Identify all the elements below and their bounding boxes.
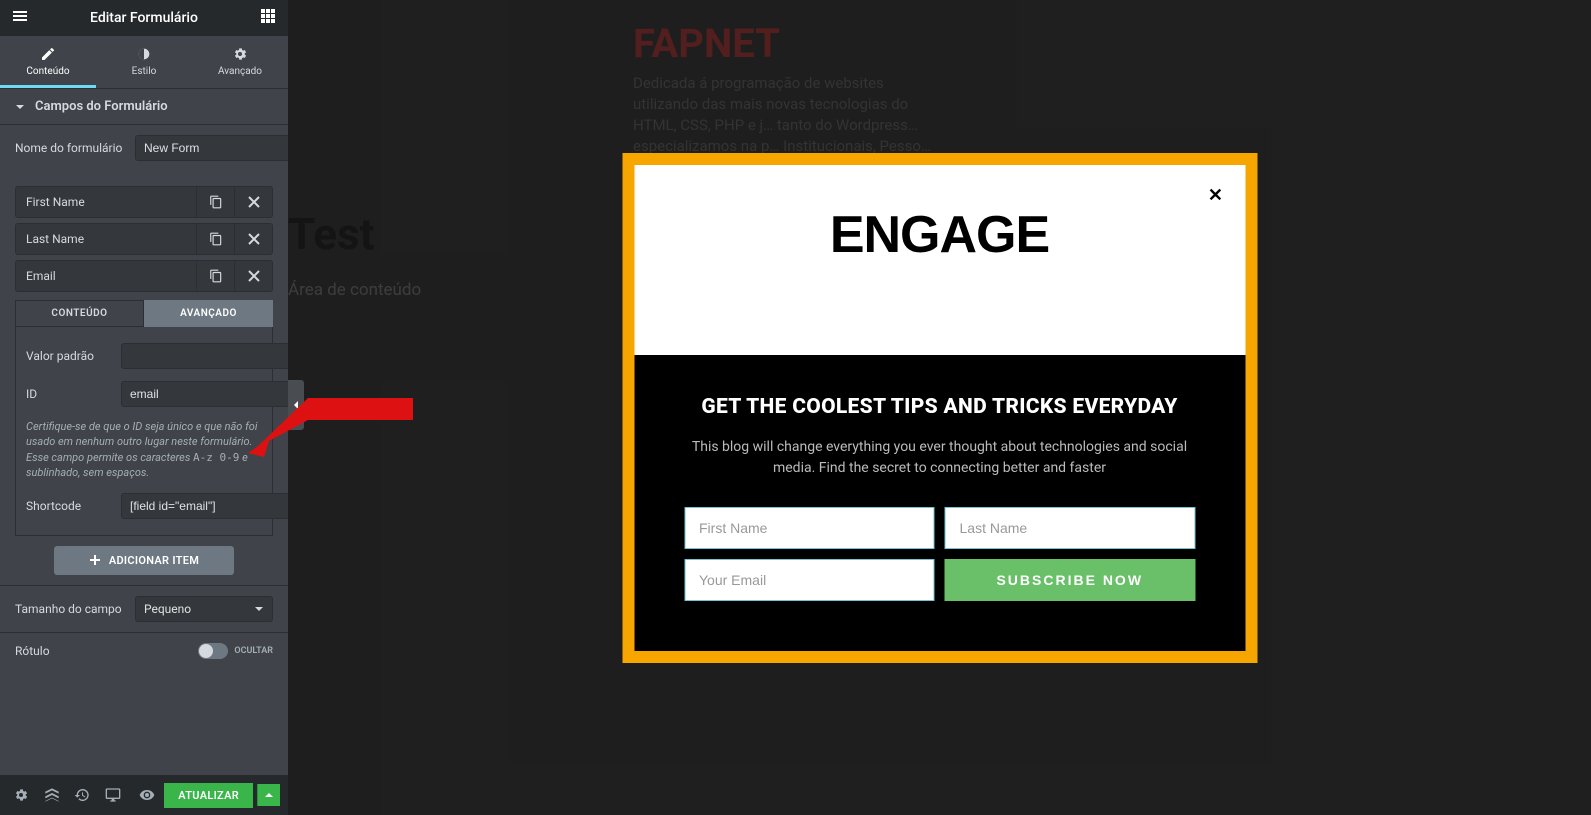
duplicate-icon[interactable] — [196, 187, 234, 217]
form-name-label: Nome do formulário — [15, 141, 125, 155]
navigator-icon[interactable] — [38, 781, 64, 809]
panel-title: Editar Formulário — [90, 10, 198, 26]
duplicate-icon[interactable] — [196, 224, 234, 254]
popup-form: SUBSCRIBE NOW — [684, 507, 1195, 601]
sub-tab-content[interactable]: CONTEÚDO — [15, 300, 144, 327]
update-options-icon[interactable] — [257, 784, 280, 806]
control-field-size: Tamanho do campo Pequeno — [0, 586, 288, 632]
popup-heading: GET THE COOLEST TIPS AND TRICKS EVERYDAY — [684, 395, 1195, 419]
history-icon[interactable] — [69, 781, 95, 809]
field-id-help-text: Certifique-se de que o ID seja único e q… — [26, 413, 262, 487]
popup-logo: ENGAGE — [664, 205, 1215, 265]
field-id-input[interactable] — [121, 381, 288, 407]
panel-tabs: Conteúdo Estilo Avançado — [0, 36, 288, 89]
field-label[interactable]: Email — [16, 261, 196, 291]
settings-icon[interactable] — [8, 781, 34, 809]
shortcode-input[interactable] — [121, 493, 288, 519]
rotulo-toggle[interactable] — [198, 643, 228, 659]
remove-icon[interactable] — [234, 224, 272, 254]
popup-modal: ✕ ENGAGE GET THE COOLEST TIPS AND TRICKS… — [622, 153, 1257, 663]
sidebar-collapse-handle[interactable] — [288, 380, 304, 430]
popup-header: ENGAGE — [634, 165, 1245, 355]
preview-icon[interactable] — [134, 781, 160, 809]
shortcode-label: Shortcode — [26, 499, 111, 513]
control-rotulo: Rótulo OCULTAR — [0, 633, 288, 669]
remove-icon[interactable] — [234, 261, 272, 291]
tab-advanced[interactable]: Avançado — [192, 36, 288, 88]
field-advanced-panel: Valor padrão ID Certifique-se de que o I… — [15, 327, 273, 536]
field-item-first-name: First Name — [15, 186, 273, 218]
field-label[interactable]: Last Name — [16, 224, 196, 254]
widgets-grid-icon[interactable] — [256, 4, 280, 32]
subscribe-button[interactable]: SUBSCRIBE NOW — [945, 559, 1196, 601]
email-input[interactable] — [684, 559, 935, 601]
control-field-id: ID — [26, 375, 262, 413]
add-item-button[interactable]: ADICIONAR ITEM — [54, 546, 234, 575]
first-name-input[interactable] — [684, 507, 935, 549]
close-icon[interactable]: ✕ — [1208, 185, 1223, 206]
field-sub-tabs: CONTEÚDO AVANÇADO — [15, 300, 273, 327]
duplicate-icon[interactable] — [196, 261, 234, 291]
menu-icon[interactable] — [8, 4, 32, 32]
default-value-input[interactable] — [121, 343, 288, 369]
field-label[interactable]: First Name — [16, 187, 196, 217]
control-shortcode: Shortcode — [26, 487, 262, 525]
popup-description: This blog will change everything you eve… — [684, 437, 1195, 479]
rotulo-state-text: OCULTAR — [234, 646, 273, 656]
section-form-fields[interactable]: Campos do Formulário — [0, 89, 288, 125]
responsive-icon[interactable] — [99, 781, 125, 809]
site-title: FAPNET — [633, 20, 933, 67]
last-name-input[interactable] — [945, 507, 1196, 549]
remove-icon[interactable] — [234, 187, 272, 217]
rotulo-label: Rótulo — [15, 644, 125, 658]
tab-content[interactable]: Conteúdo — [0, 36, 96, 88]
default-value-label: Valor padrão — [26, 349, 111, 363]
control-form-name: Nome do formulário — [0, 125, 288, 171]
form-name-input[interactable] — [135, 135, 288, 161]
field-size-label: Tamanho do campo — [15, 602, 125, 616]
editor-sidebar: Editar Formulário Conteúdo Estilo Avança… — [0, 0, 288, 815]
control-default-value: Valor padrão — [26, 337, 262, 375]
field-id-label: ID — [26, 387, 111, 401]
sub-tab-advanced[interactable]: AVANÇADO — [144, 300, 273, 327]
field-size-select[interactable]: Pequeno — [135, 596, 273, 622]
popup-body: GET THE COOLEST TIPS AND TRICKS EVERYDAY… — [634, 355, 1245, 651]
field-item-last-name: Last Name — [15, 223, 273, 255]
tab-style[interactable]: Estilo — [96, 36, 192, 88]
panel-body: Campos do Formulário Nome do formulário … — [0, 89, 288, 775]
editor-canvas: FAPNET Dedicada á programação de website… — [288, 0, 1591, 815]
sidebar-footer: ATUALIZAR — [0, 775, 288, 815]
field-item-email: Email — [15, 260, 273, 292]
sidebar-header: Editar Formulário — [0, 0, 288, 36]
update-button[interactable]: ATUALIZAR — [164, 783, 253, 808]
